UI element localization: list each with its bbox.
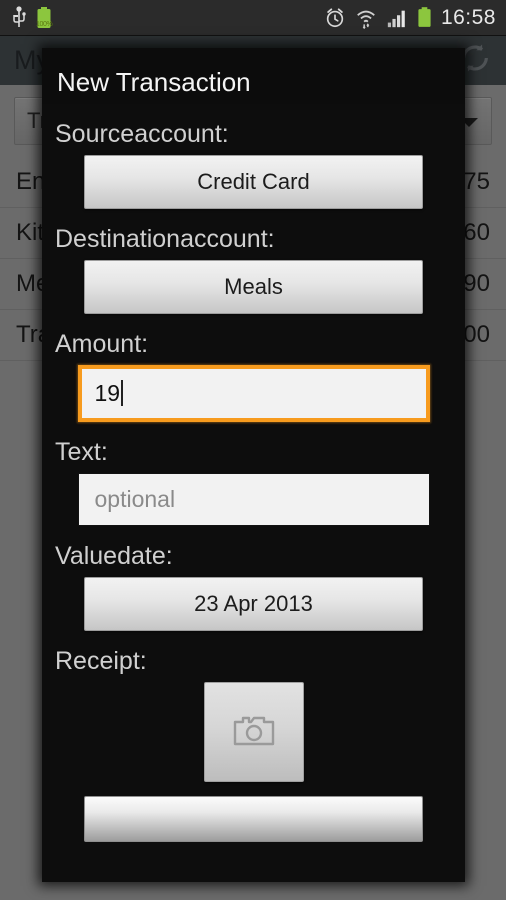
text-field: Text: optional — [42, 422, 465, 526]
destination-account-field: Destinationaccount: Meals — [42, 209, 465, 314]
phone-screen: 100% 16:58 My New Transaction Sourceacco… — [0, 0, 506, 900]
receipt-field: Receipt: — [42, 631, 465, 782]
battery-charging-icon: 100% — [36, 6, 53, 30]
wifi-icon — [355, 7, 377, 29]
status-bar-right: 16:58 — [324, 6, 506, 29]
camera-icon — [233, 713, 275, 752]
amount-field: Amount: 19 — [42, 314, 465, 422]
battery-percent-label: 100% — [36, 20, 53, 28]
text-label: Text: — [55, 438, 108, 466]
alarm-clock-icon — [324, 7, 346, 29]
destination-account-label: Destinationaccount: — [55, 225, 275, 253]
new-transaction-dialog: New Transaction Sourceaccount: Credit Ca… — [42, 48, 465, 882]
usb-icon — [12, 5, 26, 30]
destination-account-button[interactable]: Meals — [84, 260, 423, 314]
signal-bars-icon — [386, 7, 408, 29]
receipt-label: Receipt: — [55, 647, 147, 675]
receipt-camera-button[interactable] — [203, 682, 304, 782]
battery-icon — [417, 6, 432, 29]
amount-label: Amount: — [55, 330, 149, 358]
dialog-title: New Transaction — [57, 67, 251, 97]
dialog-bottom-button[interactable] — [84, 796, 423, 842]
status-bar-left: 100% — [0, 5, 53, 30]
clock-label: 16:58 — [440, 6, 496, 29]
text-input[interactable]: optional — [77, 473, 430, 526]
status-bar: 100% 16:58 — [0, 0, 506, 36]
amount-input[interactable]: 19 — [77, 365, 430, 422]
valuedate-label: Valuedate: — [55, 542, 173, 570]
text-caret — [121, 380, 124, 406]
amount-input-value: 19 — [94, 380, 121, 406]
source-account-field: Sourceaccount: Credit Card — [42, 104, 465, 209]
dialog-body: Sourceaccount: Credit Card Destinationac… — [42, 104, 465, 842]
source-account-label: Sourceaccount: — [55, 120, 229, 148]
dialog-header: New Transaction — [42, 48, 465, 104]
source-account-button[interactable]: Credit Card — [84, 155, 423, 209]
valuedate-button[interactable]: 23 Apr 2013 — [84, 577, 423, 631]
valuedate-field: Valuedate: 23 Apr 2013 — [42, 526, 465, 631]
